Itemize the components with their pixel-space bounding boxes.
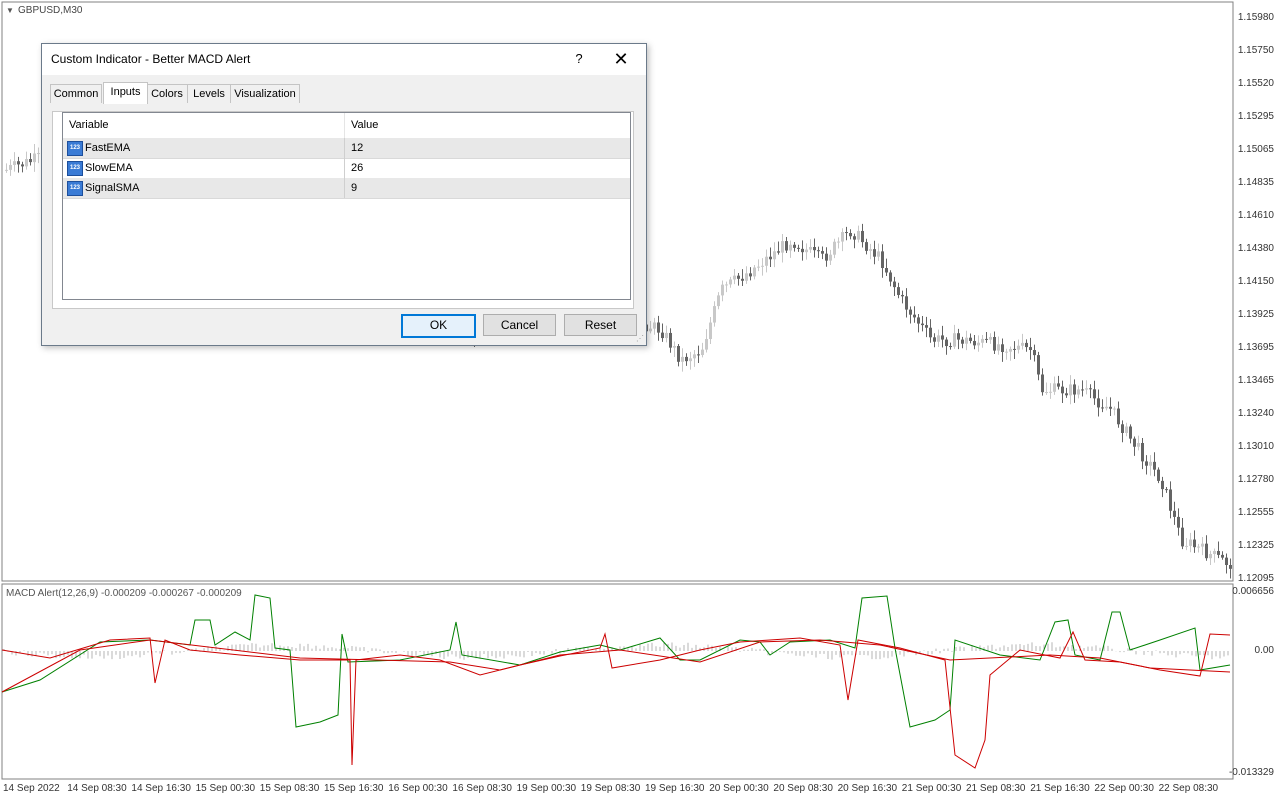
- time-tick-label: 21 Sep 00:30: [901, 783, 962, 794]
- time-tick-label: 22 Sep 00:30: [1094, 783, 1154, 794]
- table-row[interactable]: 123 SignalSMA 9: [63, 178, 630, 199]
- time-tick-label: 14 Sep 08:30: [67, 783, 127, 794]
- dialog-titlebar[interactable]: Custom Indicator - Better MACD Alert ? ✕: [42, 44, 646, 75]
- price-tick-label: 1.14835: [1237, 177, 1274, 188]
- time-tick-label: 15 Sep 00:30: [195, 783, 256, 794]
- time-tick-label: 14 Sep 2022: [3, 783, 60, 794]
- table-row[interactable]: 123 FastEMA 12: [63, 138, 630, 159]
- reset-button[interactable]: Reset: [564, 314, 637, 336]
- resize-grip-icon[interactable]: ⋰: [636, 334, 644, 343]
- column-divider[interactable]: [344, 113, 345, 138]
- time-tick-label: 15 Sep 08:30: [259, 783, 320, 794]
- inputs-tab-panel: Variable Value 123 FastEMA 12 123 SlowEM…: [52, 111, 634, 309]
- time-tick-label: 21 Sep 16:30: [1030, 783, 1090, 794]
- macd-tick-label: 0.006656: [1232, 586, 1274, 597]
- time-tick-label: 16 Sep 08:30: [452, 783, 512, 794]
- variable-value[interactable]: 12: [351, 138, 363, 158]
- macd-tick-label: 0.00: [1254, 645, 1274, 656]
- integer-type-icon: 123: [67, 161, 83, 176]
- price-tick-label: 1.15295: [1237, 111, 1274, 122]
- price-tick-label: 1.12780: [1237, 474, 1274, 485]
- table-row[interactable]: 123 SlowEMA 26: [63, 158, 630, 179]
- tab-levels[interactable]: Levels: [187, 84, 231, 103]
- price-tick-label: 1.13695: [1237, 342, 1274, 353]
- variable-name: SignalSMA: [85, 182, 140, 194]
- price-tick-label: 1.14380: [1237, 243, 1274, 254]
- macd-tick-label: -0.013329: [1228, 767, 1274, 778]
- chart-symbol-label: GBPUSD,M30: [18, 5, 83, 16]
- price-tick-label: 1.13925: [1237, 309, 1274, 320]
- price-tick-label: 1.13465: [1237, 375, 1274, 386]
- variable-value[interactable]: 9: [351, 178, 357, 198]
- help-button[interactable]: ?: [567, 47, 591, 71]
- variable-value[interactable]: 26: [351, 158, 363, 178]
- time-tick-label: 16 Sep 00:30: [388, 783, 448, 794]
- price-tick-label: 1.12325: [1237, 540, 1274, 551]
- tab-inputs[interactable]: Inputs: [103, 82, 148, 104]
- price-tick-label: 1.14610: [1237, 210, 1274, 221]
- table-header: Variable Value: [63, 113, 630, 139]
- close-icon[interactable]: ✕: [608, 47, 634, 71]
- custom-indicator-dialog: Custom Indicator - Better MACD Alert ? ✕…: [41, 43, 647, 346]
- tab-common[interactable]: Common: [50, 84, 102, 103]
- time-tick-label: 19 Sep 16:30: [645, 783, 705, 794]
- time-tick-label: 22 Sep 08:30: [1158, 783, 1219, 794]
- time-tick-label: 15 Sep 16:30: [324, 783, 384, 794]
- time-tick-label: 20 Sep 00:30: [709, 783, 769, 794]
- time-tick-label: 20 Sep 16:30: [837, 783, 898, 794]
- time-tick-label: 14 Sep 16:30: [131, 783, 191, 794]
- time-tick-label: 19 Sep 08:30: [580, 783, 641, 794]
- cell-divider: [344, 158, 345, 178]
- ok-button[interactable]: OK: [401, 314, 476, 338]
- time-tick-label: 21 Sep 08:30: [966, 783, 1026, 794]
- price-tick-label: 1.13010: [1237, 441, 1274, 452]
- column-header-variable[interactable]: Variable: [69, 113, 109, 138]
- price-tick-label: 1.14150: [1237, 276, 1274, 287]
- price-tick-label: 1.15980: [1237, 12, 1274, 23]
- chart-menu-arrow-icon[interactable]: ▼: [6, 6, 14, 15]
- price-tick-label: 1.12555: [1237, 507, 1274, 518]
- integer-type-icon: 123: [67, 181, 83, 196]
- variable-name: SlowEMA: [85, 162, 133, 174]
- time-tick-label: 20 Sep 08:30: [773, 783, 833, 794]
- cell-divider: [344, 138, 345, 158]
- column-header-value[interactable]: Value: [351, 113, 378, 138]
- price-tick-label: 1.15520: [1237, 78, 1274, 89]
- dialog-title: Custom Indicator - Better MACD Alert: [51, 52, 251, 66]
- cancel-button[interactable]: Cancel: [483, 314, 556, 336]
- time-tick-label: 19 Sep 00:30: [516, 783, 577, 794]
- price-tick-label: 1.15065: [1237, 144, 1274, 155]
- tab-colors[interactable]: Colors: [146, 84, 188, 103]
- price-tick-label: 1.12095: [1237, 573, 1274, 584]
- price-tick-label: 1.13240: [1237, 408, 1274, 419]
- integer-type-icon: 123: [67, 141, 83, 156]
- tab-visualization[interactable]: Visualization: [230, 84, 300, 103]
- inputs-table: Variable Value 123 FastEMA 12 123 SlowEM…: [62, 112, 631, 300]
- macd-indicator-label: MACD Alert(12,26,9) -0.000209 -0.000267 …: [6, 588, 242, 599]
- variable-name: FastEMA: [85, 142, 131, 154]
- cell-divider: [344, 178, 345, 198]
- price-tick-label: 1.15750: [1237, 45, 1274, 56]
